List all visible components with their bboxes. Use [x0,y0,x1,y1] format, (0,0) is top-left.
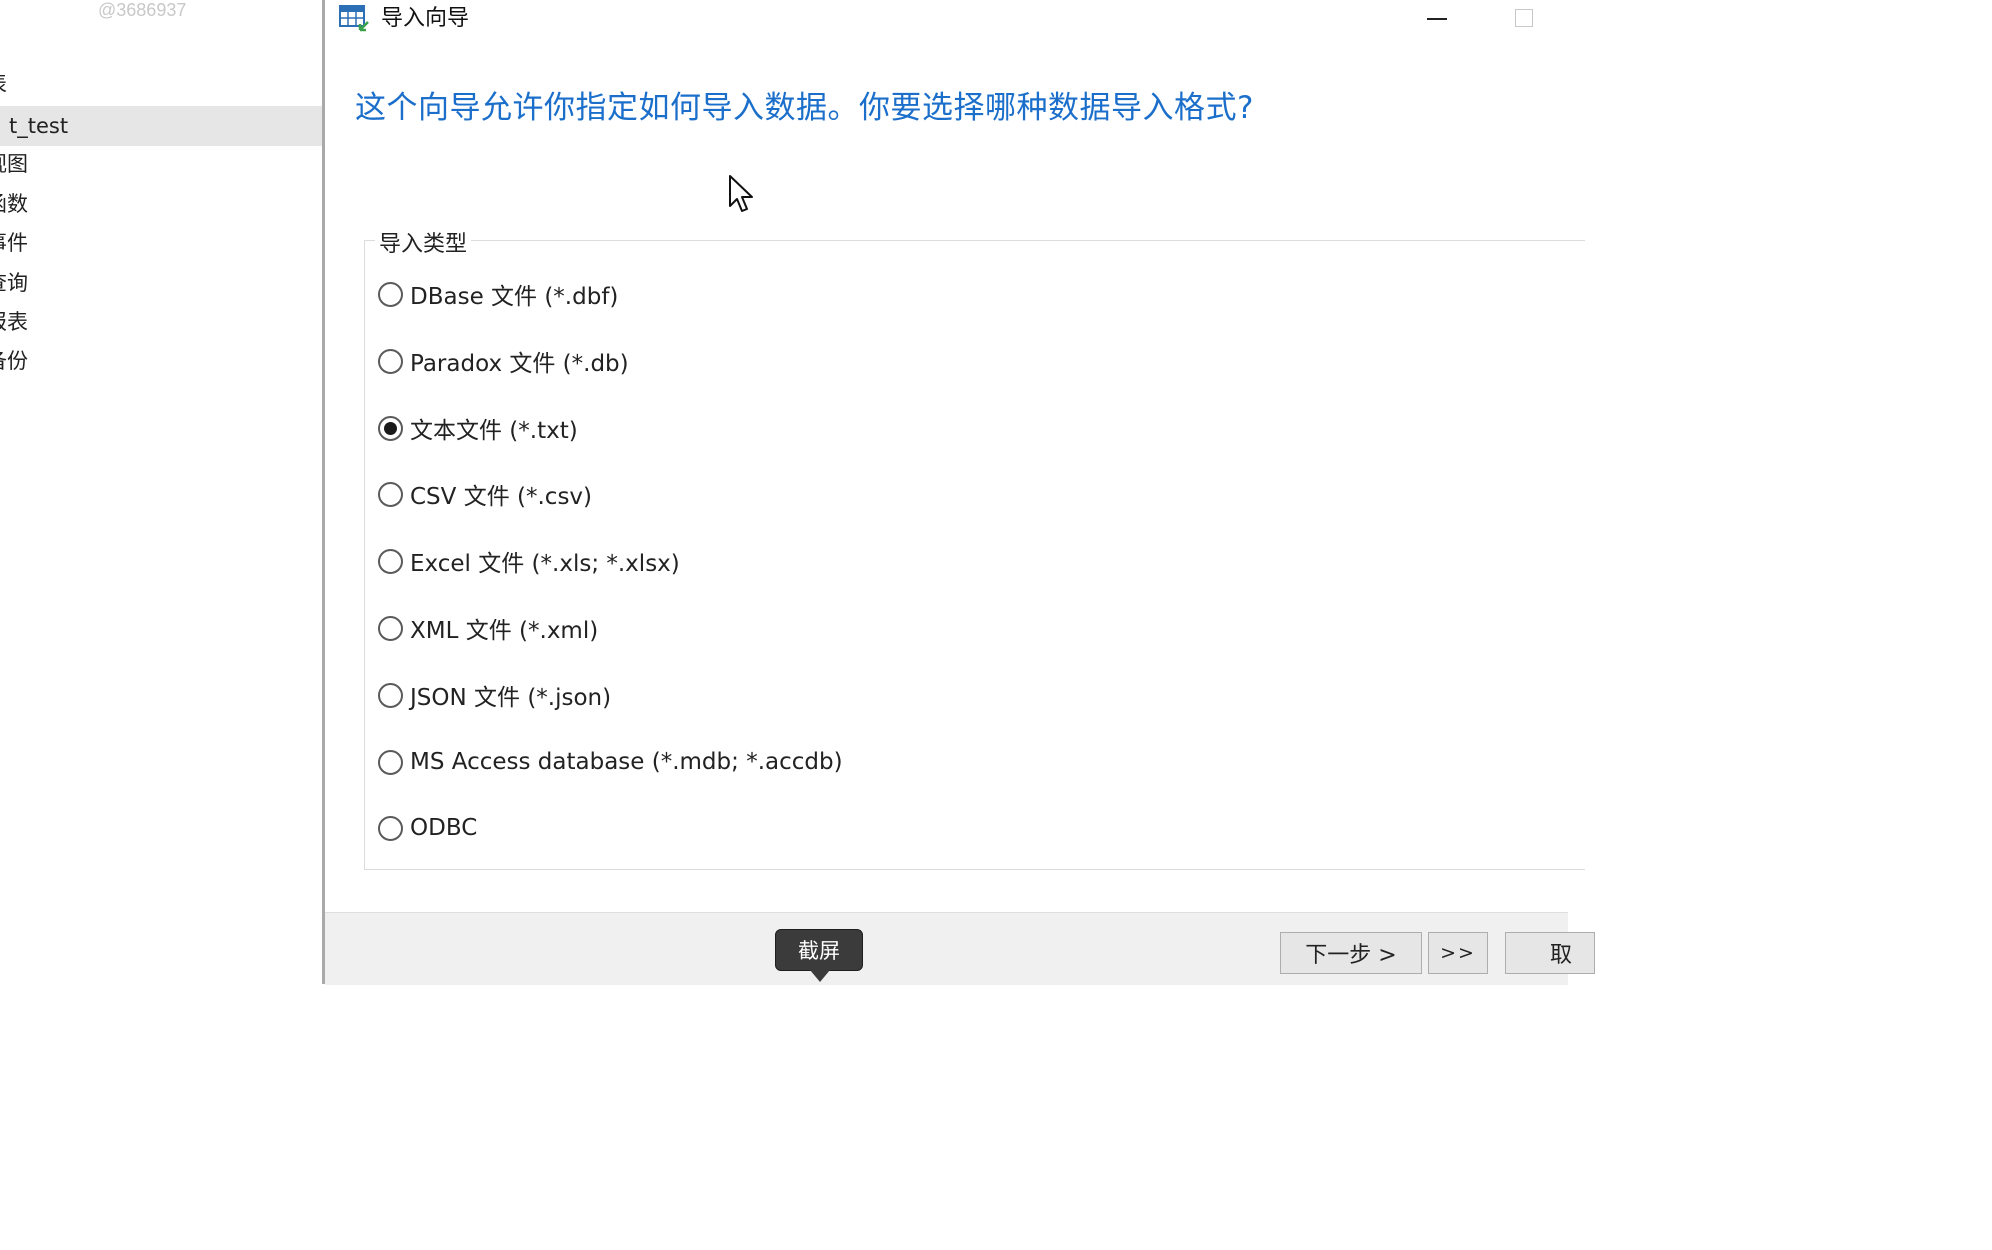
option-dbase-label: DBase 文件 (*.dbf) [410,284,619,310]
option-ms-access-label: MS Access database (*.mdb; *.accdb) [410,749,843,775]
maximize-button[interactable] [1501,0,1547,36]
import-type-label: 导入类型 [375,226,472,258]
nav-item-views[interactable]: 视图 [0,144,322,184]
radio-dbase[interactable] [378,281,403,307]
option-paradox[interactable]: Paradox 文件 (*.db) [378,344,629,378]
nav-item-backups[interactable]: 备份 [0,341,322,381]
radio-csv[interactable] [378,481,403,507]
option-odbc[interactable]: ODBC [378,811,477,845]
nav-item-events[interactable]: 事件 [0,223,322,263]
import-table-icon [339,5,369,32]
option-xml[interactable]: XML 文件 (*.xml) [378,611,598,645]
radio-paradox[interactable] [378,348,403,374]
wizard-heading: 这个向导允许你指定如何导入数据。你要选择哪种数据导入格式? [355,90,1254,126]
dialog-title: 导入向导 [381,6,470,31]
dialog-titlebar: 导入向导 [325,0,1568,40]
skip-to-end-button[interactable]: >> [1428,932,1488,974]
option-json-label: JSON 文件 (*.json) [410,685,612,711]
dialog-footer: 下一步 > >> 取 [325,912,1595,985]
option-csv[interactable]: CSV 文件 (*.csv) [378,477,592,511]
option-odbc-label: ODBC [410,815,478,841]
radio-odbc[interactable] [378,815,403,841]
radio-json[interactable] [378,682,403,708]
option-excel-label: Excel 文件 (*.xls; *.xlsx) [410,551,680,577]
option-xml-label: XML 文件 (*.xml) [410,618,599,644]
radio-text[interactable] [378,415,403,441]
import-wizard-dialog: 导入向导 这个向导允许你指定如何导入数据。你要选择哪种数据导入格式? 导入类型 … [325,0,1595,985]
radio-ms-access[interactable] [378,749,403,775]
option-text-label: 文本文件 (*.txt) [410,418,578,444]
minimize-button[interactable] [1413,0,1459,36]
radio-excel[interactable] [378,548,403,574]
nav-item-tables[interactable]: 表 [0,64,322,104]
navigator-panel: @3686937 表 t_test 视图 函数 事件 查询 报表 备份 [0,0,322,984]
nav-item-queries[interactable]: 查询 [0,263,322,303]
cancel-button[interactable]: 取 [1505,932,1595,974]
option-csv-label: CSV 文件 (*.csv) [410,484,593,510]
nav-item-functions[interactable]: 函数 [0,184,322,224]
next-button[interactable]: 下一步 > [1280,932,1422,974]
screen: @3686937 表 t_test 视图 函数 事件 查询 报表 备份 导入向导… [0,0,1595,985]
option-paradox-label: Paradox 文件 (*.db) [410,351,629,377]
option-json[interactable]: JSON 文件 (*.json) [378,678,611,712]
option-dbase[interactable]: DBase 文件 (*.dbf) [378,277,618,311]
watermark: @3686937 [98,0,187,20]
screenshot-tooltip: 截屏 [775,929,863,971]
nav-item-reports[interactable]: 报表 [0,302,322,342]
nav-item-t-test[interactable]: t_test [0,106,322,146]
tooltip-arrow [810,970,830,982]
radio-xml[interactable] [378,615,403,641]
option-text[interactable]: 文本文件 (*.txt) [378,411,578,445]
mouse-cursor-icon [729,175,753,212]
option-excel[interactable]: Excel 文件 (*.xls; *.xlsx) [378,544,680,578]
option-ms-access[interactable]: MS Access database (*.mdb; *.accdb) [378,745,843,779]
